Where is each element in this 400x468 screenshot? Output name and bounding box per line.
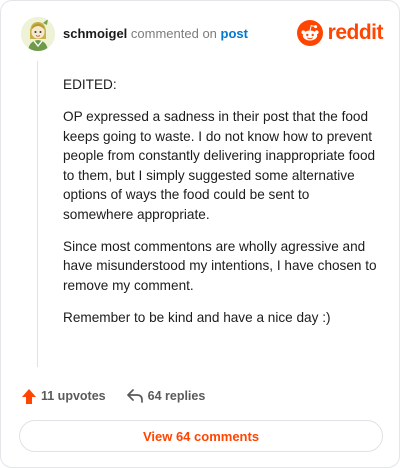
avatar[interactable] bbox=[21, 17, 55, 51]
reddit-wordmark: reddit bbox=[327, 21, 384, 44]
comment-embed-card: schmoigel commented on post reddit EDITE… bbox=[0, 0, 400, 468]
reply-arrow-icon bbox=[126, 389, 143, 403]
comment-paragraph: OP expressed a sadness in their post tha… bbox=[63, 109, 376, 222]
comment-paragraph: EDITED: bbox=[63, 77, 117, 92]
upvote-count: 11 upvotes bbox=[41, 389, 106, 403]
upvote-button[interactable]: 11 upvotes bbox=[21, 388, 106, 405]
comment-paragraph: Since most commentons are wholly agressi… bbox=[63, 238, 377, 293]
comment-meta: schmoigel commented on post bbox=[63, 26, 248, 42]
reply-count: 64 replies bbox=[147, 389, 206, 403]
reddit-logo-icon bbox=[296, 20, 323, 46]
view-comments-button[interactable]: View 64 comments bbox=[19, 420, 383, 452]
comment-actions: 11 upvotes 64 replies bbox=[21, 385, 205, 407]
replies-button[interactable]: 64 replies bbox=[126, 388, 206, 404]
reddit-brand[interactable]: reddit bbox=[296, 19, 384, 47]
thread-line bbox=[37, 61, 38, 367]
action-text: commented on bbox=[130, 26, 217, 41]
upvote-arrow-icon bbox=[22, 388, 36, 404]
username-link[interactable]: schmoigel bbox=[63, 26, 127, 41]
comment-body: EDITED: OP expressed a sadness in their … bbox=[63, 75, 381, 340]
post-link[interactable]: post bbox=[221, 26, 248, 41]
comment-paragraph: Remember to be kind and have a nice day … bbox=[63, 309, 331, 325]
avatar-image-icon bbox=[21, 17, 55, 51]
comment-header: schmoigel commented on post reddit bbox=[21, 17, 384, 53]
